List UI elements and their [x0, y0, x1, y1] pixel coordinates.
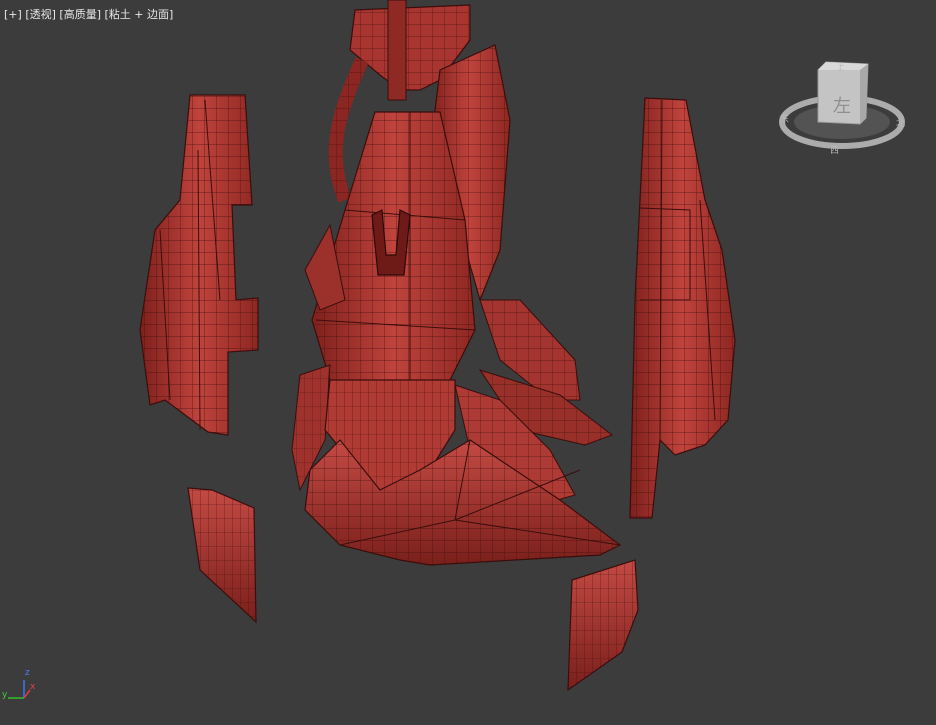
axis-gizmo [8, 680, 31, 699]
viewcube-compass-left[interactable]: 东 [780, 112, 789, 125]
axis-label-z: z [25, 668, 30, 678]
viewcube-compass-right[interactable]: 北 [896, 116, 905, 129]
viewport-perspective[interactable]: [+] [透视] [高质量] [粘土 + 边面] 左 上 北 西 东 z y x [0, 0, 936, 725]
viewcube[interactable] [779, 61, 905, 149]
mesh-fragment-lower-left[interactable] [187, 487, 257, 624]
mesh-fragment-lower-right[interactable] [567, 559, 639, 692]
mesh-right-panel[interactable] [629, 97, 736, 519]
viewcube-compass-front[interactable]: 西 [830, 143, 839, 156]
viewcube-compass-back[interactable]: 上 [836, 60, 845, 73]
mesh-central-statue[interactable] [291, 0, 622, 566]
scene-canvas[interactable] [0, 0, 936, 725]
mesh-left-panel[interactable] [139, 94, 259, 436]
axis-label-y: y [2, 690, 8, 700]
axis-label-x: x [30, 682, 36, 692]
